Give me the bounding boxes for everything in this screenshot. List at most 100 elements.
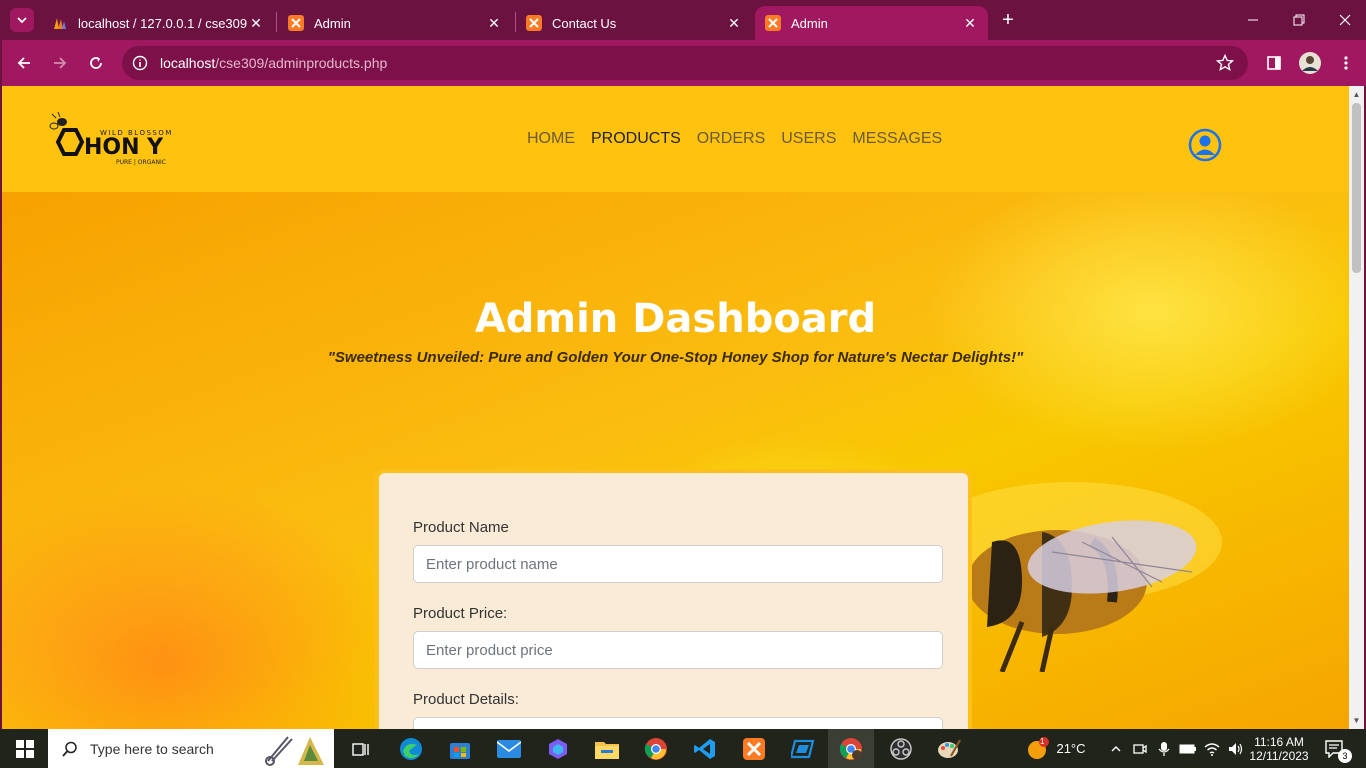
tray-wifi[interactable] [1202,729,1222,768]
restore-button[interactable] [1276,0,1322,40]
search-placeholder: Type here to search [90,740,214,757]
product-details-label: Product Details: [413,691,519,708]
nav-messages[interactable]: MESSAGES [852,130,942,148]
logo-bottom-text: PURE | ORGANIC [116,159,166,166]
forward-button[interactable] [46,49,74,77]
reload-button[interactable] [82,49,110,77]
clock-date: 12/11/2023 [1249,748,1309,763]
taskbar-search[interactable]: Type here to search [48,729,334,768]
start-button[interactable] [8,729,42,768]
chevron-down-icon [17,17,27,24]
close-window-button[interactable] [1322,0,1366,40]
taskbar-vscode[interactable] [688,729,722,768]
notification-count: 3 [1338,749,1352,763]
tab-strip: localhost / 127.0.0.1 / cse309 / a ✕ Adm… [2,0,1366,40]
scroll-down-icon[interactable]: ▼ [1352,716,1361,725]
weather-widget[interactable]: 1 [1022,729,1052,768]
close-icon[interactable]: ✕ [962,15,978,31]
arrow-right-icon [54,57,67,69]
product-name-label: Product Name [413,519,509,536]
tab-contact-us[interactable]: Contact Us ✕ [516,6,752,40]
battery-icon [1179,744,1196,753]
close-icon[interactable]: ✕ [486,15,502,31]
page-scrollbar[interactable]: ▲ ▼ [1349,86,1364,729]
tab-title: Admin [791,15,828,31]
tray-camera[interactable] [1130,729,1150,768]
close-icon [1339,14,1351,26]
taskbar-mail[interactable] [492,729,526,768]
paint-palette-icon [938,738,961,758]
taskbar-chrome[interactable] [639,729,673,768]
tray-volume[interactable] [1226,729,1246,768]
tray-battery[interactable] [1178,729,1198,768]
menu-button[interactable] [1332,49,1360,77]
taskbar-obs[interactable] [884,729,918,768]
browser-toolbar: localhost/cse309/adminproducts.php [2,40,1366,86]
main-nav: HOME PRODUCTS ORDERS USERS MESSAGES [527,130,942,148]
page-title: Admin Dashboard [474,296,877,342]
minimize-button[interactable] [1230,0,1276,40]
tray-overflow-button[interactable] [1106,729,1126,768]
close-icon[interactable]: ✕ [248,15,264,31]
tab-title: Contact Us [552,15,617,31]
search-highlight-icon [265,736,324,766]
profile-button[interactable] [1296,49,1324,77]
nav-products[interactable]: PRODUCTS [591,130,681,148]
url-text: localhost/cse309/adminproducts.php [160,55,387,71]
product-name-input[interactable] [413,545,943,583]
taskbar-store[interactable] [443,729,477,768]
info-icon [132,55,148,71]
nav-home[interactable]: HOME [527,130,575,148]
nav-users[interactable]: USERS [781,130,836,148]
site-logo[interactable]: WILD BLOSSOM HON Y PURE | ORGANIC [48,111,198,170]
phpmyadmin-icon [52,15,68,31]
profile-avatar-icon [1299,52,1321,74]
weather-temp[interactable]: 21°C [1054,729,1088,768]
taskbar-edge[interactable] [394,729,428,768]
tab-search-button[interactable] [10,8,34,32]
taskbar-file-explorer[interactable] [590,729,624,768]
close-icon[interactable]: ✕ [726,15,742,31]
folder-icon [595,741,619,759]
wifi-icon [1204,742,1220,756]
notification-center-button[interactable]: 3 [1318,729,1352,768]
logo-main-text: HON Y [84,135,164,160]
chrome-profile-icon [839,737,862,760]
more-vertical-icon [1344,56,1348,70]
xampp-icon [288,15,304,31]
product-details-input[interactable] [413,717,943,729]
tab-phpmyadmin[interactable]: localhost / 127.0.0.1 / cse309 / a ✕ [42,6,274,40]
side-panel-button[interactable] [1260,49,1288,77]
url-path: /cse309/adminproducts.php [215,55,388,71]
star-icon[interactable] [1216,54,1234,72]
scrollbar-thumb[interactable] [1352,103,1361,273]
add-product-form: Product Name Product Price: Product Deta… [375,469,972,729]
back-button[interactable] [10,49,38,77]
url-host: localhost [160,55,216,71]
product-price-input[interactable] [413,631,943,669]
store-icon [450,742,470,759]
task-view-button[interactable] [344,729,378,768]
clock-time: 11:16 AM [1254,734,1304,749]
edge-icon [400,737,422,760]
tab-admin-active[interactable]: Admin ✕ [755,6,988,40]
taskbar-copilot[interactable] [541,729,575,768]
taskbar-paint[interactable] [932,729,966,768]
nav-orders[interactable]: ORDERS [697,130,765,148]
account-button[interactable] [1188,128,1222,162]
tab-admin-1[interactable]: Admin ✕ [278,6,512,40]
honey-logo-icon: WILD BLOSSOM HON Y PURE | ORGANIC [49,111,171,166]
scroll-up-icon[interactable]: ▲ [1352,90,1361,99]
tray-microphone[interactable] [1154,729,1174,768]
taskbar-app[interactable] [786,729,820,768]
windows-taskbar: Type here to search 1 21°C 11:16 AM 12/1… [0,729,1366,768]
tab-title: localhost / 127.0.0.1 / cse309 / a [78,15,248,31]
address-bar[interactable]: localhost/cse309/adminproducts.php [122,46,1248,80]
camera-icon [1133,743,1147,754]
side-panel-icon [1267,56,1281,70]
taskbar-chrome-active[interactable] [828,729,874,768]
search-icon [62,741,77,757]
new-tab-button[interactable]: + [996,8,1020,32]
tray-clock[interactable]: 11:16 AM 12/11/2023 [1249,729,1309,768]
taskbar-xampp[interactable] [737,729,771,768]
